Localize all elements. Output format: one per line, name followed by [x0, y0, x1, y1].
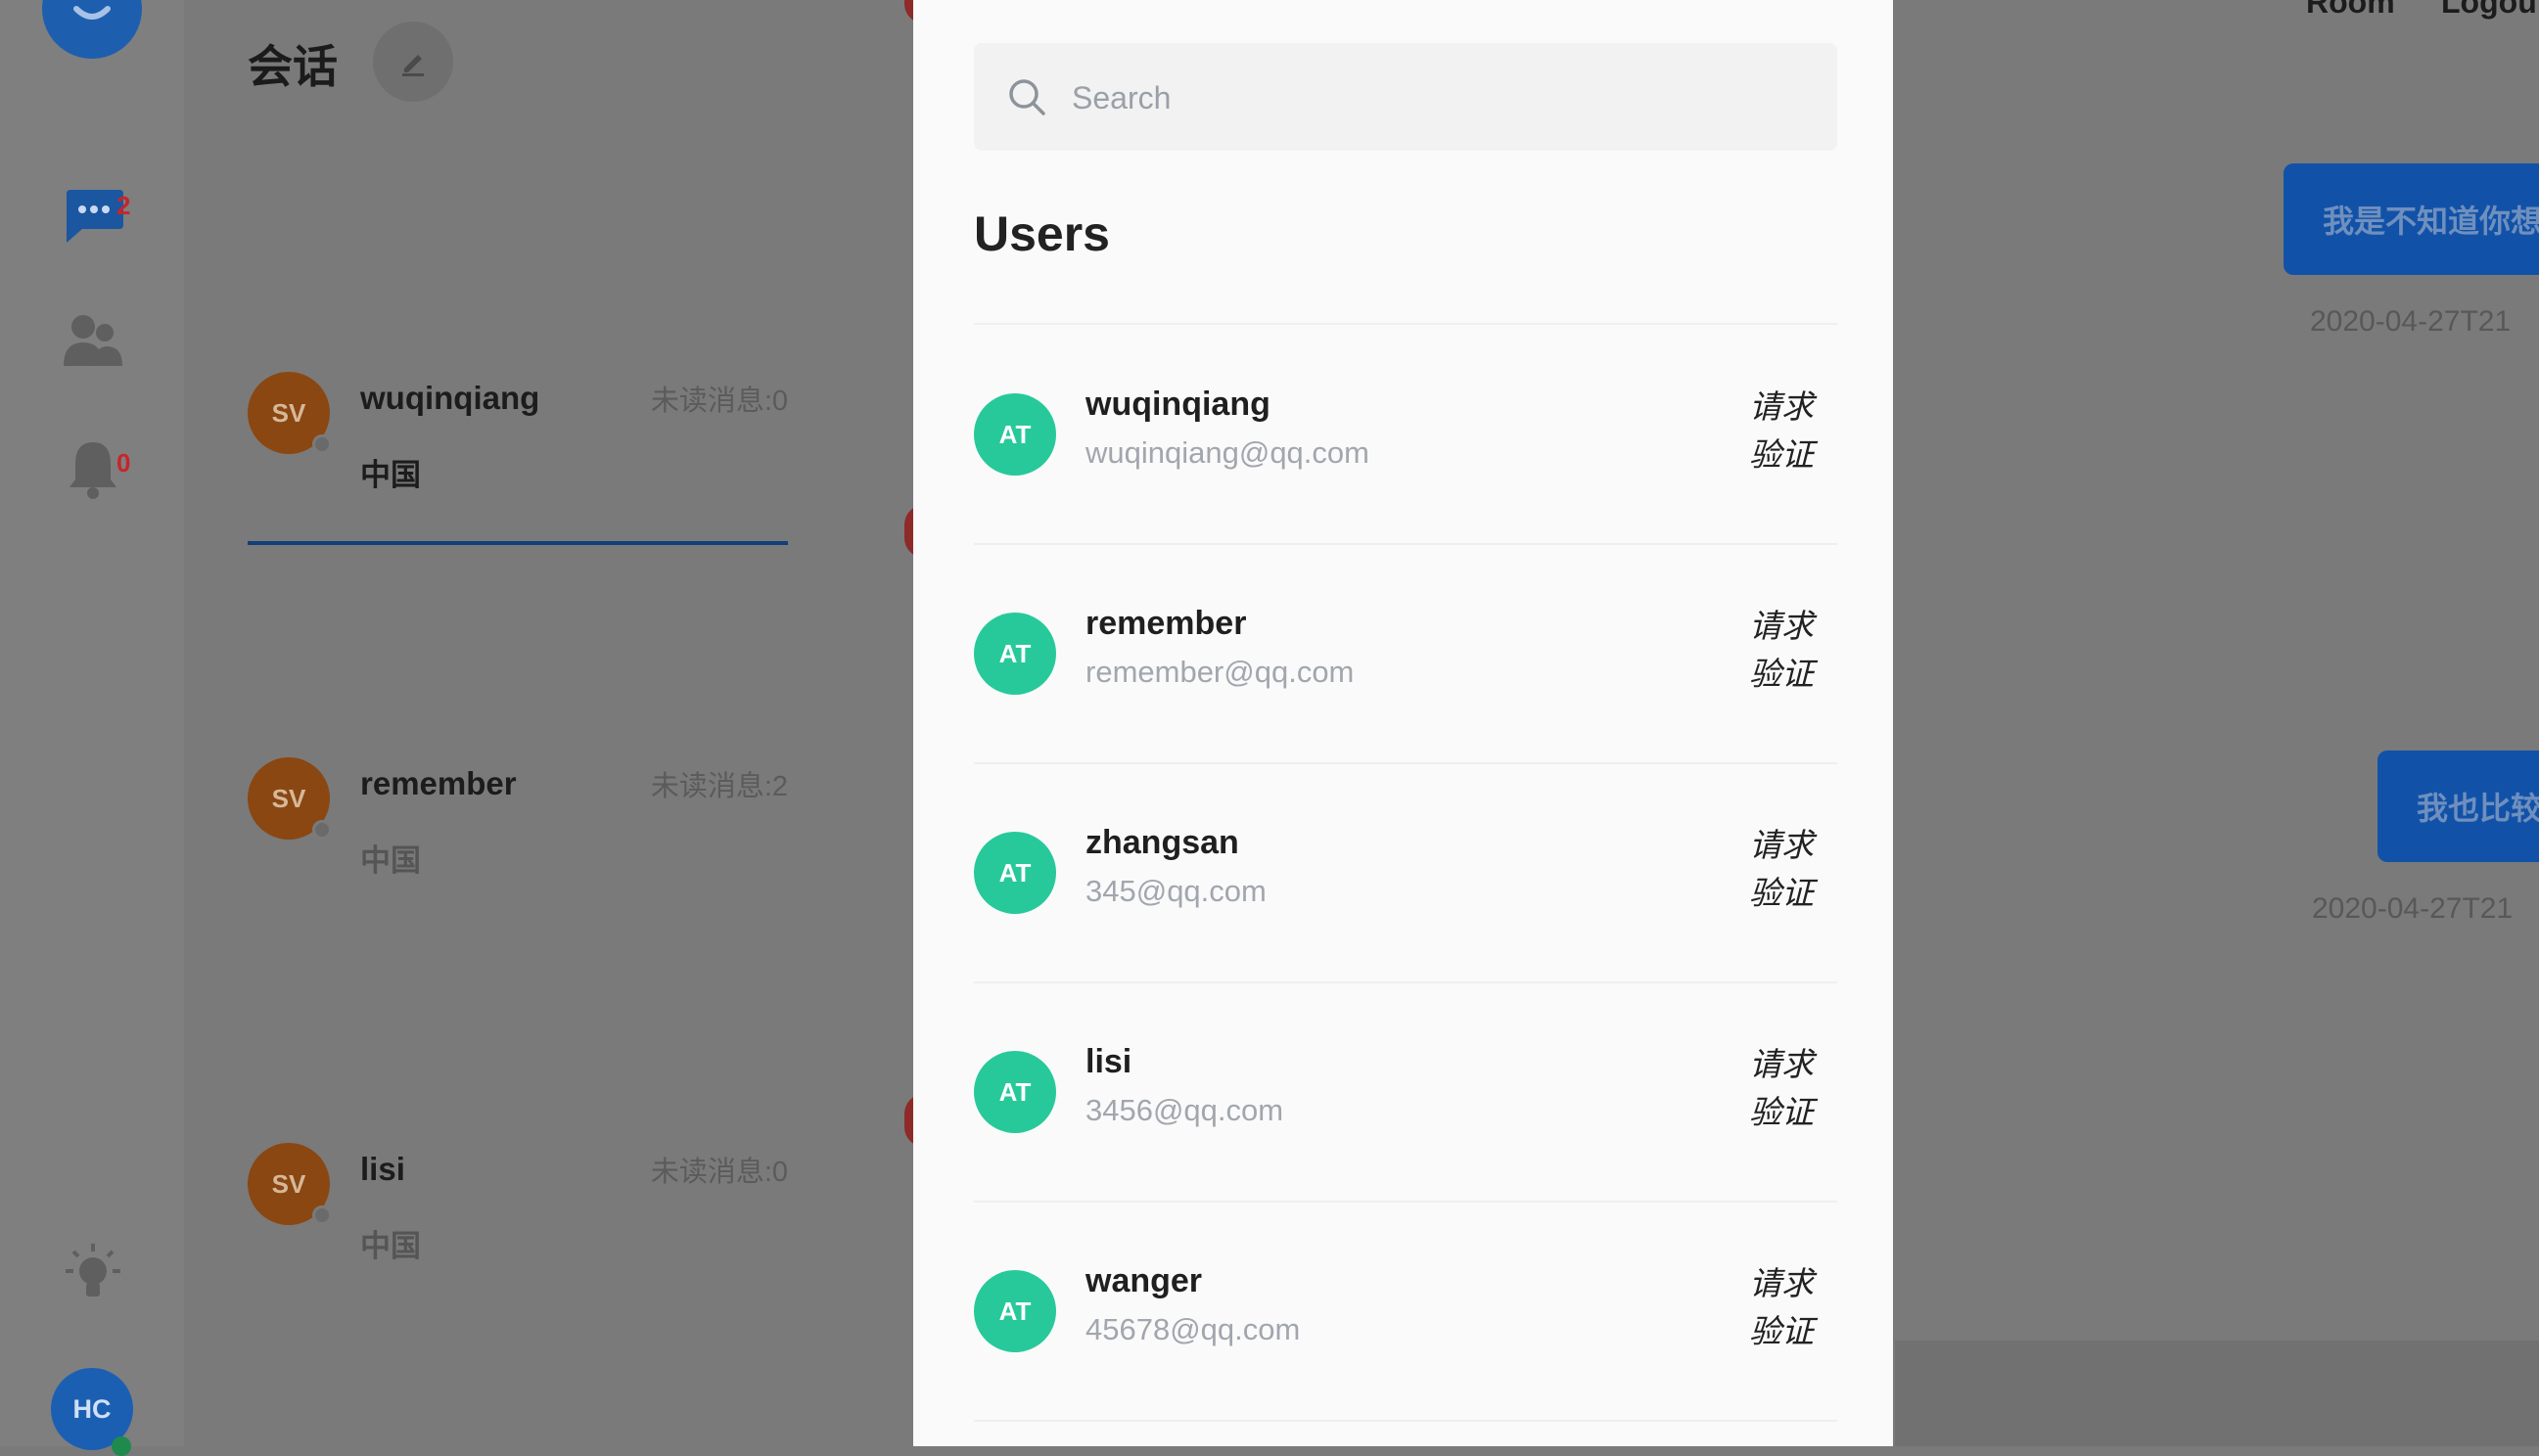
active-indicator	[248, 541, 788, 545]
users-modal: Users AT wuqinqiang wuqinqiang@qq.com 请求…	[913, 0, 1893, 1446]
notify-badge: 0	[116, 448, 131, 478]
message-text: 我也比较	[2417, 791, 2539, 826]
user-avatar: AT	[974, 1051, 1056, 1133]
action-label-line2: 验证	[1749, 1313, 1814, 1349]
action-label-line1: 请求	[1749, 388, 1814, 425]
request-verify-button[interactable]: 请求 验证	[1747, 602, 1816, 698]
user-avatar: AT	[974, 613, 1056, 695]
chat-logo-icon	[73, 6, 111, 20]
nav-sidebar: 2 0 HC	[0, 0, 184, 1456]
nav-notifications[interactable]: 0	[54, 434, 132, 505]
action-label-line2: 验证	[1749, 1094, 1814, 1130]
room-link[interactable]: Room	[2306, 0, 2395, 21]
conversation-avatar: SV	[248, 1143, 332, 1225]
user-email: 3456@qq.com	[1085, 1093, 1284, 1127]
message-timestamp: 2020-04-27T21	[2310, 305, 2512, 338]
action-label-line2: 验证	[1749, 436, 1814, 473]
new-conversation-button[interactable]	[373, 22, 453, 102]
conversation-item[interactable]: SV wuqinqiang 未读消息:0 中国	[248, 372, 788, 545]
user-row: AT remember remember@qq.com 请求 验证	[974, 590, 1837, 717]
user-email: remember@qq.com	[1085, 655, 1355, 689]
nav-theme[interactable]	[54, 1239, 132, 1309]
pencil-icon	[402, 55, 424, 76]
conversation-name: wuqinqiang	[360, 380, 540, 416]
user-row: AT wanger 45678@qq.com 请求 验证	[974, 1248, 1837, 1375]
divider	[974, 1420, 1837, 1422]
chat-input-bar	[1895, 1341, 2539, 1446]
conversation-preview: 中国	[360, 1229, 421, 1263]
bell-icon	[69, 442, 116, 499]
search-box[interactable]	[974, 43, 1837, 151]
divider	[974, 543, 1837, 545]
search-input[interactable]	[1070, 68, 1759, 128]
conversation-avatar: SV	[248, 757, 332, 840]
request-verify-button[interactable]: 请求 验证	[1747, 821, 1816, 917]
user-avatar: AT	[974, 1270, 1056, 1352]
action-label-line2: 验证	[1749, 875, 1814, 911]
request-verify-button[interactable]: 请求 验证	[1747, 1259, 1816, 1355]
user-name: zhangsan	[1085, 824, 1239, 861]
avatar-initials: SV	[271, 783, 306, 813]
user-email: 345@qq.com	[1085, 874, 1267, 908]
action-label-line2: 验证	[1749, 656, 1814, 692]
status-dot	[312, 434, 332, 454]
action-label-line1: 请求	[1749, 1265, 1814, 1301]
message-bubble: 我是不知道你想	[2284, 163, 2539, 275]
unread-count: 未读消息:0	[650, 1157, 788, 1188]
current-user-avatar[interactable]: HC	[51, 1368, 133, 1456]
conversation-item[interactable]: SV lisi 未读消息:0 中国	[248, 1143, 788, 1280]
user-avatar: AT	[974, 832, 1056, 914]
unread-count: 未读消息:2	[650, 771, 788, 802]
status-dot	[312, 1206, 332, 1225]
user-email: 45678@qq.com	[1085, 1312, 1301, 1346]
conversation-preview: 中国	[360, 843, 421, 878]
user-name: lisi	[1085, 1043, 1132, 1080]
divider	[974, 323, 1837, 325]
nav-chats[interactable]: 2	[54, 181, 132, 251]
lightbulb-icon	[66, 1244, 120, 1297]
message-bubble: 我也比较	[2377, 751, 2539, 862]
request-verify-button[interactable]: 请求 验证	[1747, 1040, 1816, 1136]
users-icon	[64, 315, 122, 366]
conversation-name: lisi	[360, 1151, 405, 1187]
logout-link[interactable]: Logout	[2441, 0, 2539, 21]
action-label-line1: 请求	[1749, 827, 1814, 863]
nav-contacts[interactable]	[54, 305, 132, 376]
action-label-line1: 请求	[1749, 1046, 1814, 1082]
avatar-initials: SV	[271, 397, 306, 428]
conversation-panel: 会话 SV wuqinqiang 未读消息:0 中国 SV remember 未…	[184, 0, 913, 1446]
request-verify-button[interactable]: 请求 验证	[1747, 383, 1816, 478]
user-name: wuqinqiang	[1085, 386, 1270, 423]
user-row: AT wuqinqiang wuqinqiang@qq.com 请求 验证	[974, 371, 1837, 498]
chat-badge: 2	[116, 191, 131, 220]
conversation-avatar: SV	[248, 372, 332, 454]
user-email: wuqinqiang@qq.com	[1085, 435, 1369, 470]
user-avatar: AT	[974, 393, 1056, 476]
divider	[974, 762, 1837, 764]
conversation-name: remember	[360, 765, 517, 801]
user-name: remember	[1085, 605, 1247, 642]
search-icon	[1009, 79, 1045, 115]
current-user-initials: HC	[72, 1393, 112, 1424]
action-label-line1: 请求	[1749, 608, 1814, 644]
divider	[974, 981, 1837, 983]
divider	[974, 1201, 1837, 1203]
online-status-dot	[112, 1436, 131, 1456]
user-row: AT zhangsan 345@qq.com 请求 验证	[974, 809, 1837, 936]
conversation-title: 会话	[248, 41, 338, 92]
conversation-item[interactable]: SV remember 未读消息:2 中国	[248, 757, 788, 894]
unread-count: 未读消息:0	[650, 386, 788, 417]
message-timestamp: 2020-04-27T21	[2312, 892, 2514, 925]
app-logo[interactable]	[42, 0, 142, 59]
user-row: AT lisi 3456@qq.com 请求 验证	[974, 1028, 1837, 1156]
user-name: wanger	[1085, 1262, 1203, 1299]
users-heading: Users	[974, 206, 1110, 261]
message-text: 我是不知道你想	[2323, 204, 2539, 239]
avatar-initials: SV	[271, 1168, 306, 1199]
conversation-preview: 中国	[360, 458, 421, 492]
status-dot	[312, 820, 332, 840]
